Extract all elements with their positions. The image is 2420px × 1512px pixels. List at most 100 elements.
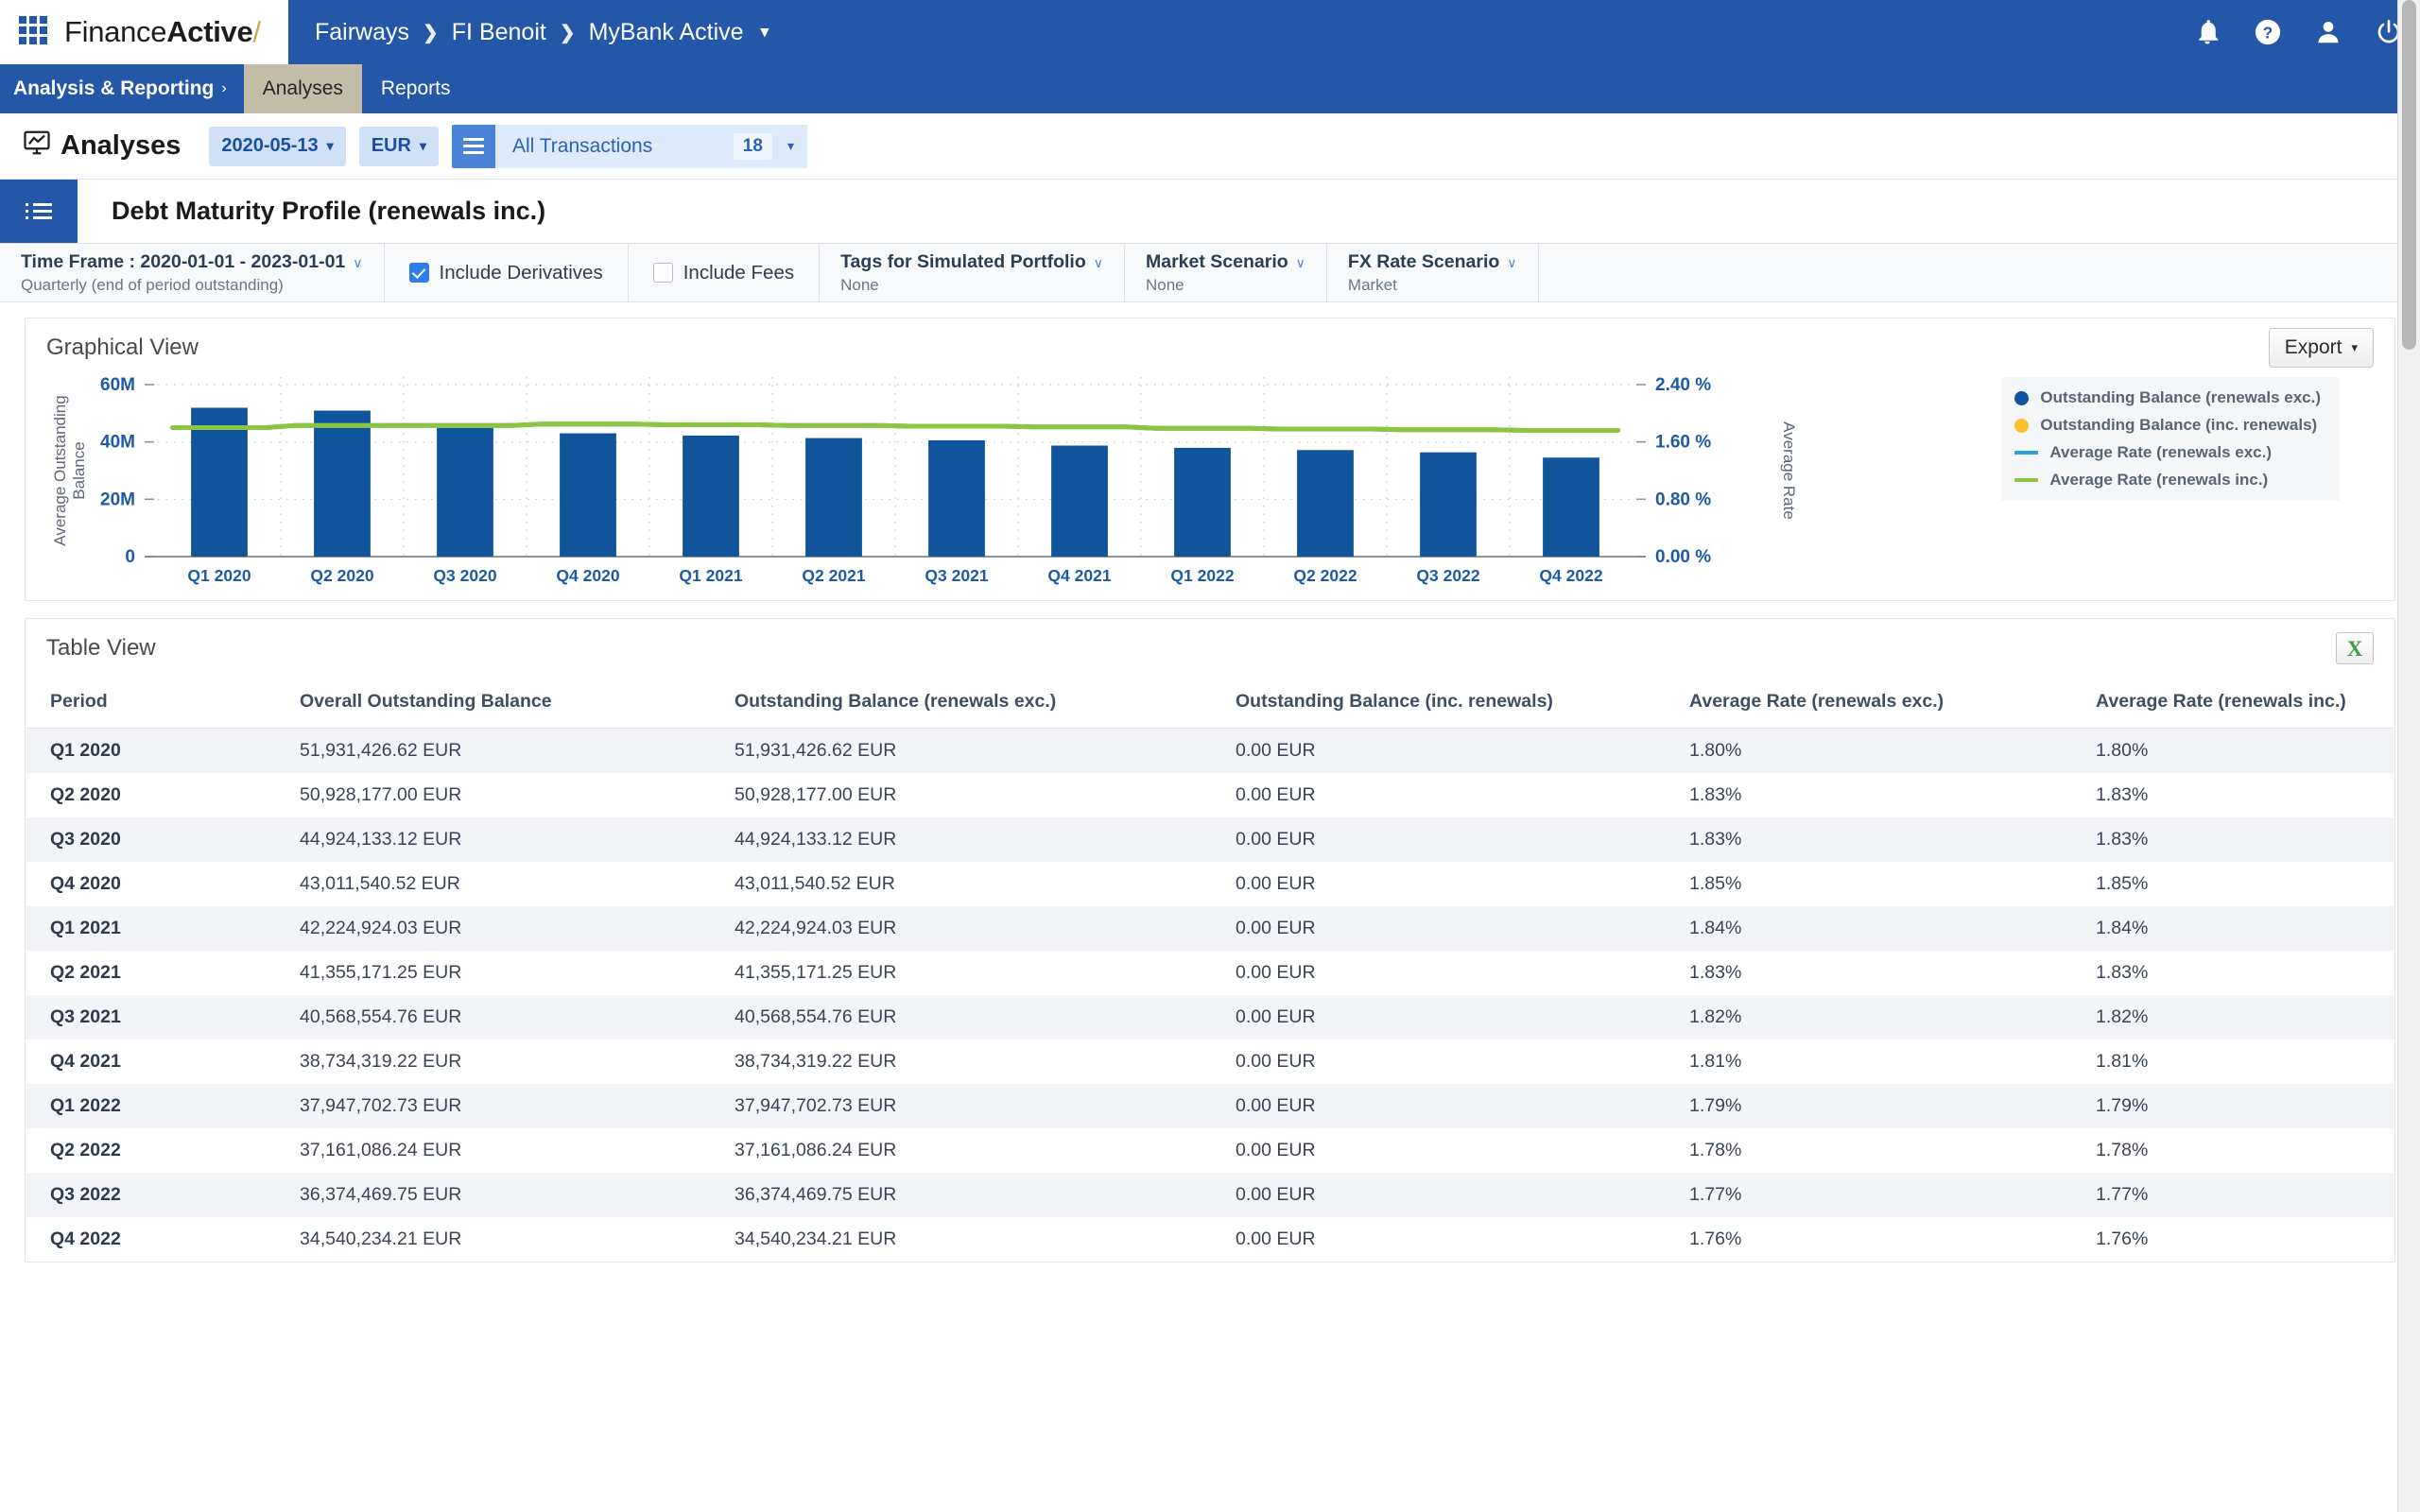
cell-period: Q2 2021	[26, 951, 300, 995]
table-row[interactable]: Q4 202043,011,540.52 EUR43,011,540.52 EU…	[26, 862, 2394, 906]
cell-value: 51,931,426.62 EUR	[735, 729, 1236, 774]
currency-selector[interactable]: EUR ▾	[359, 127, 439, 166]
cell-period: Q4 2021	[26, 1040, 300, 1084]
transactions-menu-icon[interactable]	[452, 125, 495, 168]
cell-value: 1.80%	[1689, 729, 2096, 774]
chart-bar	[1174, 448, 1231, 557]
chevron-down-icon[interactable]: ▾	[761, 23, 769, 42]
table-row[interactable]: Q2 202050,928,177.00 EUR50,928,177.00 EU…	[26, 773, 2394, 817]
analyses-chart-icon	[23, 129, 51, 164]
table-row[interactable]: Q1 202237,947,702.73 EUR37,947,702.73 EU…	[26, 1084, 2394, 1128]
table-header: Period Overall Outstanding Balance Outst…	[26, 678, 2394, 729]
legend-line-icon	[2014, 478, 2038, 482]
excel-export-icon[interactable]: X	[2336, 632, 2374, 664]
column-header-average-rate-renewals-inc[interactable]: Average Rate (renewals inc.)	[2096, 678, 2394, 729]
filter-market-scenario-label: Market Scenario	[1146, 251, 1288, 273]
cell-value: 0.00 EUR	[1236, 862, 1689, 906]
cell-period: Q1 2020	[26, 729, 300, 774]
cell-value: 1.82%	[1689, 995, 2096, 1040]
column-header-overall-outstanding-balance[interactable]: Overall Outstanding Balance	[300, 678, 735, 729]
cell-value: 36,374,469.75 EUR	[735, 1173, 1236, 1217]
cell-value: 43,011,540.52 EUR	[300, 862, 735, 906]
svg-text:?: ?	[2263, 23, 2273, 42]
brand-logo[interactable]: FinanceActive/	[64, 15, 261, 49]
cell-value: 1.83%	[1689, 817, 2096, 862]
table-row[interactable]: Q3 202140,568,554.76 EUR40,568,554.76 EU…	[26, 995, 2394, 1040]
app-grid-icon[interactable]	[19, 16, 51, 48]
breadcrumb-item-fairways[interactable]: Fairways	[315, 19, 409, 46]
cell-value: 1.76%	[1689, 1217, 2096, 1262]
svg-text:Q2 2022: Q2 2022	[1293, 566, 1357, 585]
table-row[interactable]: Q3 202044,924,133.12 EUR44,924,133.12 EU…	[26, 817, 2394, 862]
cell-value: 50,928,177.00 EUR	[300, 773, 735, 817]
cell-value: 44,924,133.12 EUR	[735, 817, 1236, 862]
filter-market-scenario[interactable]: Market Scenario ∨ None	[1125, 244, 1327, 301]
report-menu-icon[interactable]	[0, 180, 78, 243]
legend-label: Outstanding Balance (renewals exc.)	[2040, 388, 2321, 407]
filter-include-fees[interactable]: Include Fees	[629, 244, 820, 301]
transactions-dropdown[interactable]: All Transactions 18 ▾	[495, 125, 807, 168]
legend-item-ob-inc-renewals[interactable]: Outstanding Balance (inc. renewals)	[2014, 416, 2321, 435]
legend-item-rate-renewals-inc[interactable]: Average Rate (renewals inc.)	[2014, 471, 2321, 490]
cell-period: Q2 2022	[26, 1128, 300, 1173]
cell-value: 1.83%	[1689, 773, 2096, 817]
transactions-selector: All Transactions 18 ▾	[452, 125, 807, 168]
nav-section-analysis-reporting[interactable]: Analysis & Reporting ›	[0, 64, 244, 113]
cell-value: 0.00 EUR	[1236, 906, 1689, 951]
table-row[interactable]: Q1 202142,224,924.03 EUR42,224,924.03 EU…	[26, 906, 2394, 951]
cell-value: 1.85%	[2096, 862, 2394, 906]
results-table: Period Overall Outstanding Balance Outst…	[26, 678, 2394, 1262]
cell-value: 1.80%	[2096, 729, 2394, 774]
table-row[interactable]: Q3 202236,374,469.75 EUR36,374,469.75 EU…	[26, 1173, 2394, 1217]
cell-value: 37,947,702.73 EUR	[735, 1084, 1236, 1128]
legend-item-ob-renewals-exc[interactable]: Outstanding Balance (renewals exc.)	[2014, 388, 2321, 407]
content-area: Graphical View Export ▾ Average Outstand…	[0, 302, 2420, 1263]
export-button[interactable]: Export ▾	[2269, 328, 2374, 368]
filter-fx-rate-scenario[interactable]: FX Rate Scenario ∨ Market	[1327, 244, 1539, 301]
cell-value: 38,734,319.22 EUR	[300, 1040, 735, 1084]
page-title-label: Analyses	[60, 130, 181, 162]
cell-value: 1.83%	[2096, 773, 2394, 817]
table-row[interactable]: Q1 202051,931,426.62 EUR51,931,426.62 EU…	[26, 729, 2394, 774]
svg-text:0.80 %: 0.80 %	[1655, 490, 1711, 509]
svg-text:Q1 2020: Q1 2020	[187, 566, 251, 585]
bell-icon[interactable]	[2193, 18, 2221, 46]
filter-fx-scenario-label: FX Rate Scenario	[1348, 251, 1499, 273]
svg-text:Average Outstanding: Average Outstanding	[51, 395, 69, 545]
legend-label: Average Rate (renewals exc.)	[2049, 443, 2272, 462]
export-button-label: Export	[2285, 336, 2342, 359]
brand-slash: /	[252, 15, 260, 48]
breadcrumb-item-fi-benoit[interactable]: FI Benoit	[452, 19, 546, 46]
svg-text:Q1 2021: Q1 2021	[679, 566, 742, 585]
scrollbar-thumb[interactable]	[2402, 0, 2416, 350]
include-fees-checkbox[interactable]	[653, 263, 673, 283]
cell-value: 40,568,554.76 EUR	[300, 995, 735, 1040]
table-row[interactable]: Q2 202237,161,086.24 EUR37,161,086.24 EU…	[26, 1128, 2394, 1173]
filter-include-derivatives[interactable]: Include Derivatives	[385, 244, 629, 301]
column-header-period[interactable]: Period	[26, 678, 300, 729]
legend-item-rate-renewals-exc[interactable]: Average Rate (renewals exc.)	[2014, 443, 2321, 462]
cell-value: 40,568,554.76 EUR	[735, 995, 1236, 1040]
tab-analyses[interactable]: Analyses	[244, 64, 362, 113]
svg-text:Average Rate: Average Rate	[1780, 421, 1798, 520]
breadcrumb-item-mybank-active[interactable]: MyBank Active	[589, 19, 744, 46]
help-icon[interactable]: ?	[2254, 18, 2282, 46]
include-derivatives-checkbox[interactable]	[409, 263, 429, 283]
table-row[interactable]: Q4 202138,734,319.22 EUR38,734,319.22 EU…	[26, 1040, 2394, 1084]
date-selector[interactable]: 2020-05-13 ▾	[209, 127, 345, 166]
column-header-outstanding-balance-renewals-exc[interactable]: Outstanding Balance (renewals exc.)	[735, 678, 1236, 729]
chart-line	[173, 424, 1618, 431]
chevron-down-icon: ∨	[1507, 255, 1516, 271]
filter-tags-simulated-portfolio[interactable]: Tags for Simulated Portfolio ∨ None	[820, 244, 1125, 301]
filter-time-frame[interactable]: Time Frame : 2020-01-01 - 2023-01-01 ∨ Q…	[0, 244, 385, 301]
tab-reports[interactable]: Reports	[362, 64, 470, 113]
column-header-outstanding-balance-inc-renewals[interactable]: Outstanding Balance (inc. renewals)	[1236, 678, 1689, 729]
cell-value: 41,355,171.25 EUR	[735, 951, 1236, 995]
cell-period: Q3 2022	[26, 1173, 300, 1217]
table-row[interactable]: Q4 202234,540,234.21 EUR34,540,234.21 EU…	[26, 1217, 2394, 1262]
column-header-average-rate-renewals-exc[interactable]: Average Rate (renewals exc.)	[1689, 678, 2096, 729]
table-row[interactable]: Q2 202141,355,171.25 EUR41,355,171.25 EU…	[26, 951, 2394, 995]
page-scrollbar[interactable]	[2397, 0, 2420, 1512]
user-icon[interactable]	[2314, 18, 2342, 46]
debt-maturity-chart[interactable]: Average OutstandingBalanceAverage Rate02…	[26, 371, 2011, 598]
